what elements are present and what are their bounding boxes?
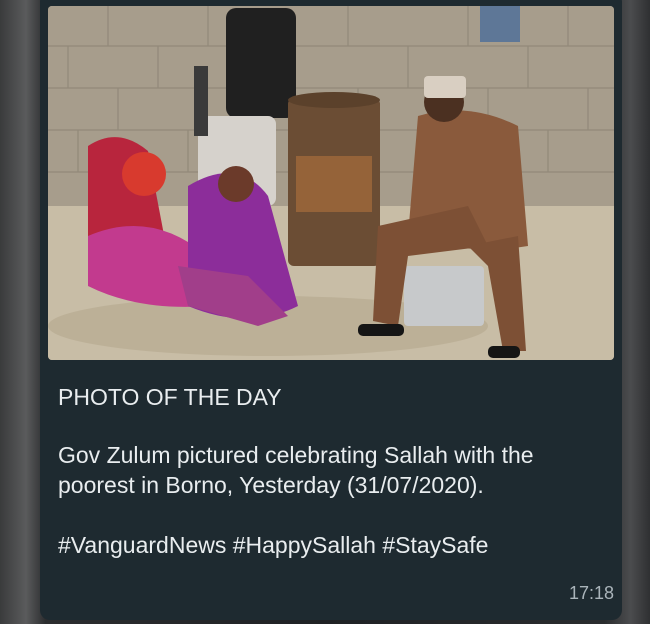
caption-body-line-1: Gov Zulum pictured celebrating Sallah wi… — [58, 442, 534, 468]
message-timestamp: 17:18 — [568, 583, 614, 603]
message-photo[interactable] — [48, 6, 614, 360]
photo-illustration — [48, 6, 614, 360]
caption-hashtags[interactable]: #VanguardNews #HappySallah #StaySafe — [58, 530, 488, 560]
caption-heading: PHOTO OF THE DAY — [58, 384, 282, 410]
message-bubble[interactable]: PHOTO OF THE DAY Gov Zulum pictured cele… — [40, 0, 622, 620]
caption-body-line-2: poorest in Borno, Yesterday (31/07/2020)… — [58, 472, 484, 498]
